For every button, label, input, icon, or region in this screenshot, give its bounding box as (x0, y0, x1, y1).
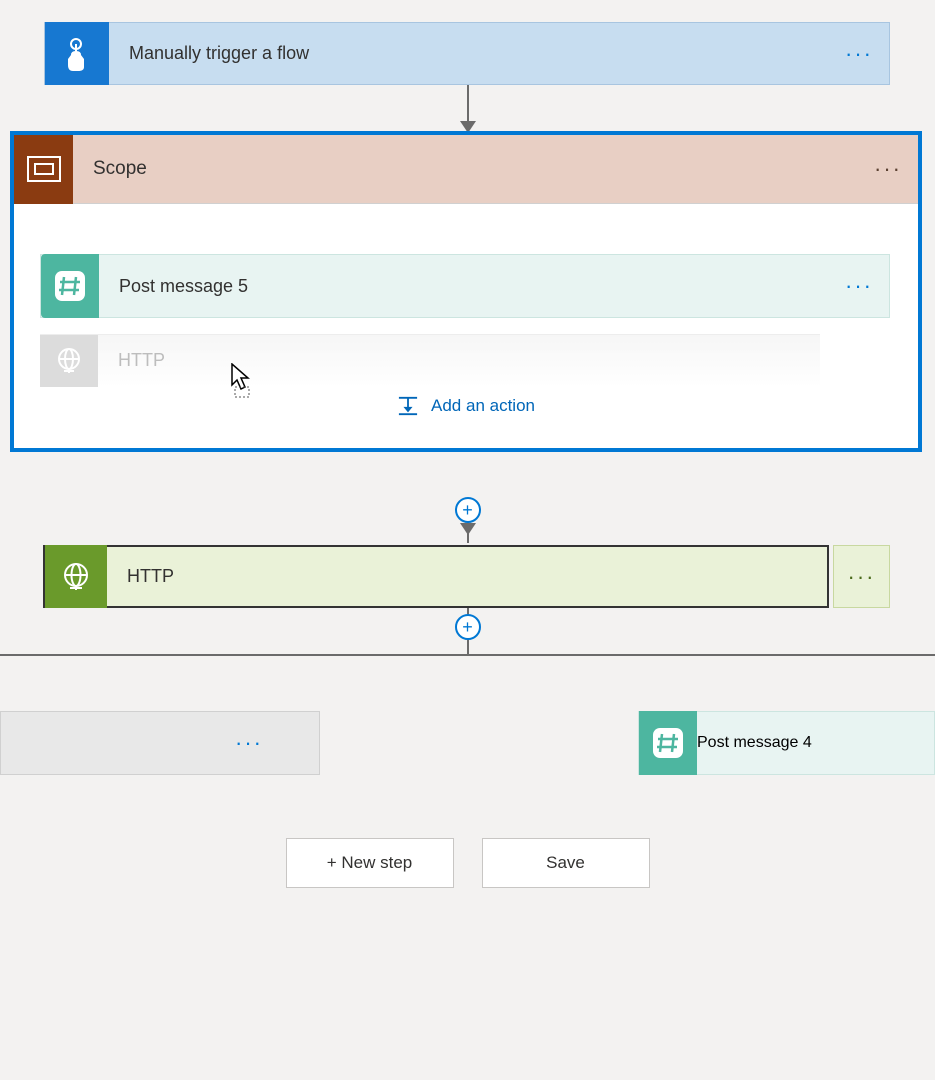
add-action-button[interactable]: Add an action (40, 386, 892, 420)
trigger-card[interactable]: Manually trigger a flow ··· (44, 22, 890, 85)
insert-step-button[interactable]: + (455, 497, 481, 523)
trigger-menu-button[interactable]: ··· (829, 41, 889, 67)
post-message-4-label: Post message 4 (697, 734, 812, 752)
trigger-label: Manually trigger a flow (109, 43, 829, 64)
globe-icon (40, 335, 98, 387)
scope-body: Post message 5 ··· HTTP (14, 204, 918, 448)
arrow-icon (460, 523, 476, 535)
add-action-label: Add an action (431, 396, 535, 416)
http-label: HTTP (107, 566, 827, 587)
scope-container[interactable]: Scope ··· Post message 5 ··· (10, 131, 922, 452)
http-menu-button[interactable]: ··· (833, 545, 890, 608)
insert-icon (397, 396, 419, 416)
branch-left-menu-button[interactable]: ··· (219, 730, 279, 756)
post-message-5-label: Post message 5 (99, 276, 829, 297)
hash-icon (41, 254, 99, 318)
http-card[interactable]: HTTP (43, 545, 829, 608)
globe-icon (45, 545, 107, 608)
post-message-5-menu-button[interactable]: ··· (829, 273, 889, 299)
hash-icon (639, 711, 697, 775)
bottom-toolbar: + New step Save (0, 838, 935, 888)
save-button[interactable]: Save (482, 838, 650, 888)
scope-header[interactable]: Scope ··· (14, 135, 918, 204)
scope-icon (14, 135, 73, 204)
post-message-5-card[interactable]: Post message 5 ··· (40, 254, 890, 318)
http-ghost-label: HTTP (98, 350, 820, 371)
new-step-button[interactable]: + New step (286, 838, 454, 888)
manual-trigger-icon (45, 22, 109, 85)
flow-designer-canvas: Manually trigger a flow ··· Scope ··· (0, 0, 935, 1080)
post-message-4-card[interactable]: Post message 4 (638, 711, 935, 775)
branch-connector-line (0, 654, 935, 656)
scope-menu-button[interactable]: ··· (858, 156, 918, 182)
scope-label: Scope (73, 158, 858, 180)
condition-branch-left[interactable]: ··· (0, 711, 320, 775)
http-drop-placeholder: HTTP (40, 334, 820, 386)
insert-step-button[interactable]: + (455, 614, 481, 640)
